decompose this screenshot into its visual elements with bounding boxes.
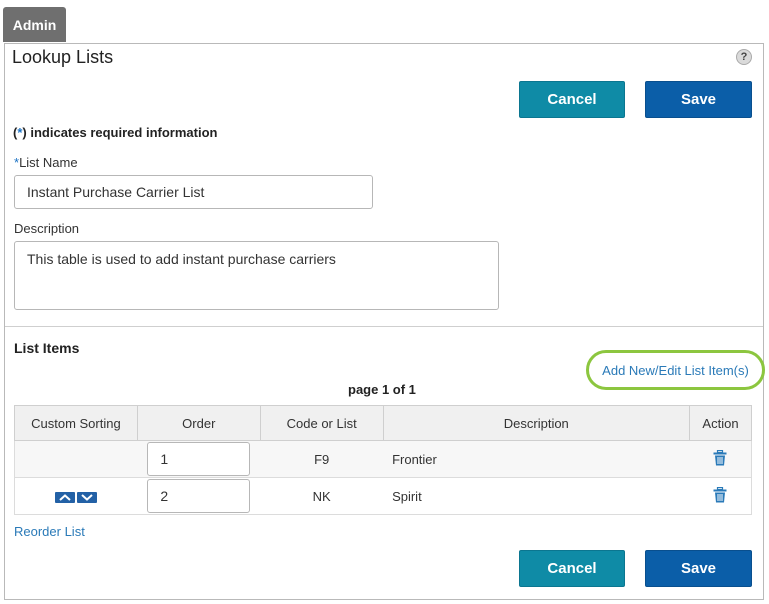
column-header: Custom Sorting xyxy=(14,405,138,441)
column-header: Order xyxy=(136,405,261,441)
save-button-top[interactable]: Save xyxy=(645,81,752,118)
chevron-down-icon[interactable] xyxy=(77,491,98,503)
page-title: Lookup Lists xyxy=(12,47,114,67)
list-name-label: *List Name xyxy=(14,155,78,170)
lookup-lists-panel: Lookup Lists ? Cancel Save (*) indicates… xyxy=(4,43,765,600)
code-cell: NK xyxy=(260,477,384,515)
table-header-row: Custom Sorting Order Code or List Descri… xyxy=(14,405,752,441)
list-items-title: List Items xyxy=(14,340,80,356)
section-divider xyxy=(5,326,763,327)
save-button-bottom[interactable]: Save xyxy=(645,550,752,587)
cancel-button-top[interactable]: Cancel xyxy=(519,81,625,118)
admin-tab[interactable]: Admin xyxy=(3,7,66,42)
pager: page 1 of 1 xyxy=(348,382,416,397)
table-row: 1 F9 Frontier xyxy=(14,440,752,478)
description-cell: Frontier xyxy=(383,440,690,478)
description-cell: Spirit xyxy=(383,477,690,515)
chevron-up-icon[interactable] xyxy=(55,491,76,503)
trash-icon[interactable] xyxy=(713,486,727,506)
description-label: Description xyxy=(14,221,80,236)
list-items-table: Custom Sorting Order Code or List Descri… xyxy=(14,405,752,515)
order-input[interactable]: 2 xyxy=(147,479,251,513)
cancel-button-bottom[interactable]: Cancel xyxy=(519,550,625,587)
description-textarea[interactable]: This table is used to add instant purcha… xyxy=(14,241,499,310)
required-note: (*) indicates required information xyxy=(13,125,218,140)
table-row: 2 NK Spirit xyxy=(14,477,752,515)
trash-icon[interactable] xyxy=(713,449,727,469)
list-name-input[interactable]: Instant Purchase Carrier List xyxy=(14,175,373,209)
column-header: Action xyxy=(689,405,752,441)
reorder-list-link[interactable]: Reorder List xyxy=(14,524,85,539)
order-cell: 2 xyxy=(137,477,261,515)
order-input[interactable]: 1 xyxy=(147,442,251,476)
add-edit-highlight: Add New/Edit List Item(s) xyxy=(586,350,765,390)
custom-sorting-cell xyxy=(14,477,138,515)
column-header: Code or List xyxy=(259,405,384,441)
action-cell xyxy=(689,477,752,515)
custom-sorting-cell xyxy=(14,440,138,478)
code-cell: F9 xyxy=(260,440,384,478)
order-cell: 1 xyxy=(137,440,261,478)
column-header: Description xyxy=(382,405,691,441)
add-edit-list-items-link[interactable]: Add New/Edit List Item(s) xyxy=(602,363,749,378)
action-cell xyxy=(689,440,752,478)
help-icon[interactable]: ? xyxy=(736,49,752,65)
